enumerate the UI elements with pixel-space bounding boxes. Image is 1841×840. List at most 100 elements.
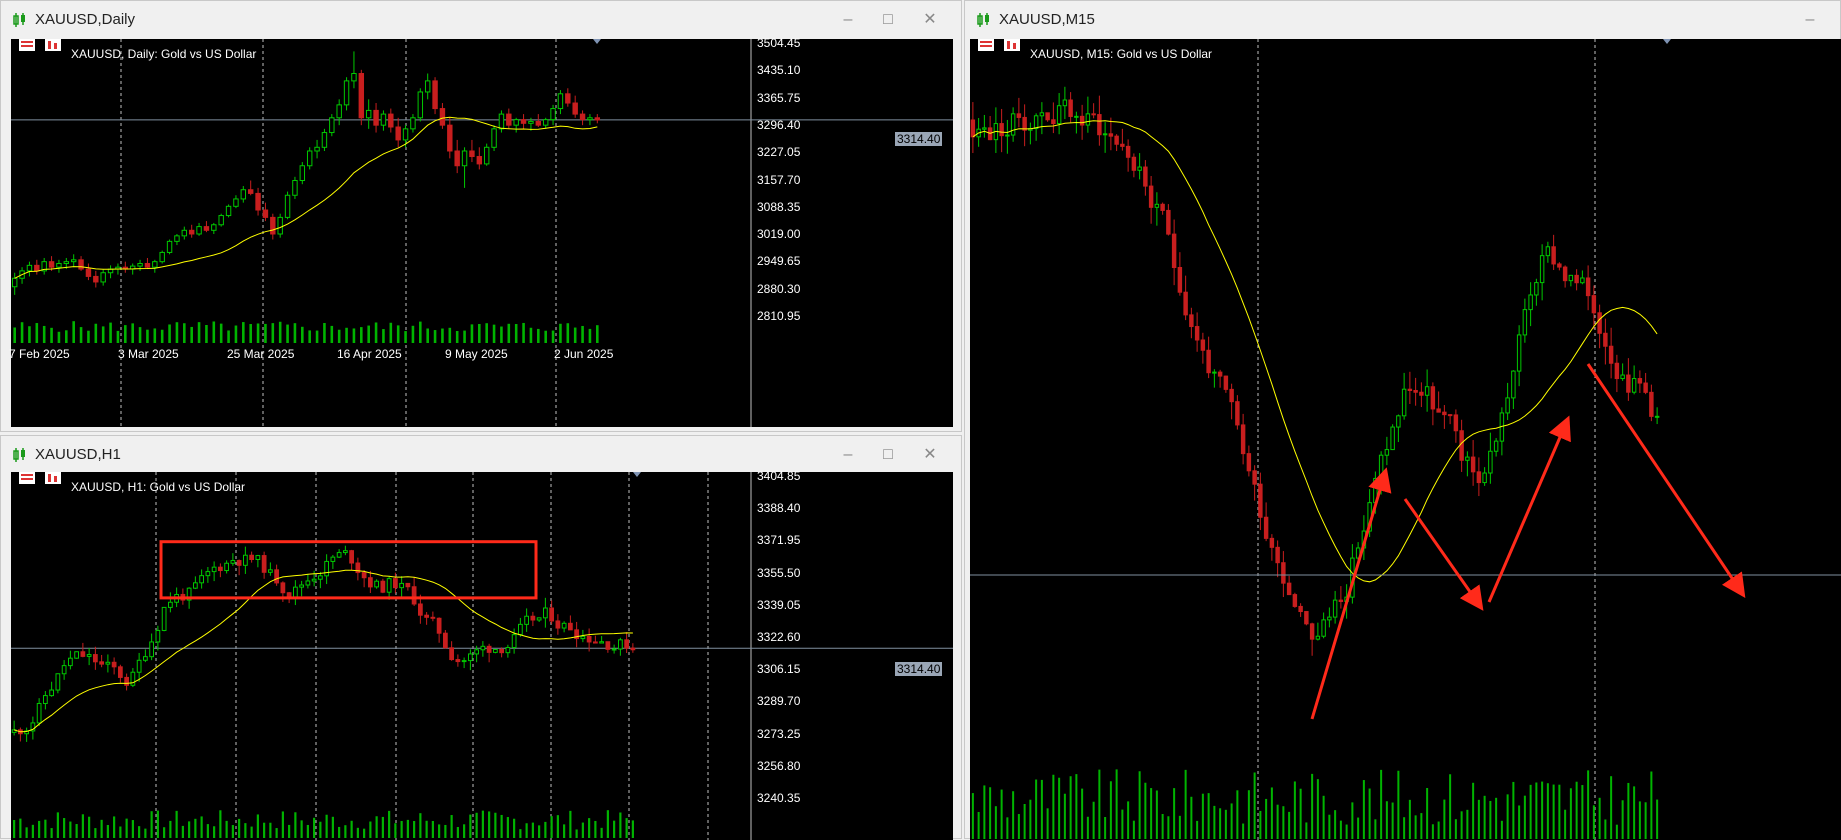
price-tick-label: 3365.75 xyxy=(757,90,801,105)
price-tick-label: 3404.85 xyxy=(757,469,801,483)
candle xyxy=(85,268,92,277)
h1-current-price: 3314.40 xyxy=(895,662,943,676)
candle xyxy=(1407,388,1413,392)
candle xyxy=(181,229,188,237)
candle xyxy=(468,653,473,662)
candle xyxy=(1626,374,1631,393)
candle xyxy=(1338,599,1344,603)
candle xyxy=(1056,105,1062,125)
candle xyxy=(1114,135,1119,145)
h1-chart[interactable]: XAUUSD, H1: Gold vs US Dollar 3404.85 338… xyxy=(11,469,953,840)
candle xyxy=(511,634,517,649)
candle xyxy=(105,661,111,665)
candle xyxy=(1120,143,1125,147)
candle xyxy=(1436,408,1441,413)
candle xyxy=(365,109,372,119)
candle xyxy=(1413,390,1418,393)
candle xyxy=(543,607,548,619)
candle xyxy=(1488,450,1493,474)
indicator-icon xyxy=(1004,39,1020,51)
candle xyxy=(1649,391,1654,417)
candle xyxy=(1194,326,1200,341)
minimize-icon[interactable]: – xyxy=(833,9,863,31)
h1-titlebar[interactable]: XAUUSD,H1 – □ ✕ xyxy=(1,436,961,472)
moving-average-line xyxy=(14,116,598,279)
candle xyxy=(424,614,429,618)
candle xyxy=(174,235,180,242)
candle xyxy=(1597,312,1602,334)
close-icon[interactable]: ✕ xyxy=(915,9,945,31)
candle xyxy=(486,645,492,653)
candle xyxy=(1614,362,1620,380)
candle xyxy=(74,651,79,659)
candle xyxy=(205,571,211,577)
maximize-icon[interactable]: □ xyxy=(873,444,903,466)
candle xyxy=(149,641,154,658)
m15-chart[interactable]: XAUUSD, M15: Gold vs US Dollar xyxy=(970,39,1841,840)
m15-titlebar[interactable]: XAUUSD,M15 – xyxy=(965,1,1840,37)
m15-title: XAUUSD,M15 xyxy=(999,11,1095,28)
candle xyxy=(1166,209,1171,235)
candle xyxy=(1246,453,1252,472)
close-icon[interactable]: ✕ xyxy=(915,444,945,466)
candle xyxy=(1321,619,1326,637)
candle xyxy=(144,263,151,268)
candle xyxy=(78,259,84,270)
candle xyxy=(292,180,298,196)
candle xyxy=(311,578,317,582)
candle xyxy=(524,615,529,625)
candle xyxy=(124,676,129,686)
candle xyxy=(99,661,104,665)
candle xyxy=(261,555,267,573)
candle xyxy=(454,150,460,167)
candle xyxy=(599,641,604,644)
candle xyxy=(1137,166,1142,171)
candle xyxy=(374,580,379,588)
price-tick-label: 3088.35 xyxy=(757,199,801,214)
candle xyxy=(218,566,223,572)
candle xyxy=(1269,537,1275,548)
candle xyxy=(358,73,365,119)
candle xyxy=(1051,119,1056,125)
candle xyxy=(530,615,536,621)
candle xyxy=(373,109,379,126)
daily-chart[interactable]: XAUUSD, Daily: Gold vs US Dollar 3504.45… xyxy=(9,36,953,427)
candle xyxy=(513,119,519,126)
candle xyxy=(1315,635,1321,640)
candle xyxy=(417,91,424,119)
price-tick-label: 3306.15 xyxy=(757,662,801,677)
candle xyxy=(268,569,273,573)
candle xyxy=(1223,375,1229,390)
price-tick-label: 3296.40 xyxy=(757,117,801,132)
price-tick-label: 2880.30 xyxy=(757,281,801,296)
candlestick-icon xyxy=(977,13,989,27)
candle xyxy=(572,102,578,115)
candle xyxy=(314,146,320,152)
minimize-icon[interactable]: – xyxy=(833,444,863,466)
candle xyxy=(1200,339,1206,351)
candle xyxy=(111,661,117,668)
candle xyxy=(1102,133,1108,136)
candle xyxy=(211,224,217,231)
candle xyxy=(449,647,454,661)
maximize-icon[interactable]: □ xyxy=(873,9,903,31)
candle xyxy=(36,702,42,724)
shift-marker xyxy=(1663,39,1671,44)
candle xyxy=(518,623,523,636)
candle xyxy=(411,586,417,605)
candle xyxy=(593,641,598,644)
candle xyxy=(55,673,61,691)
candle xyxy=(1212,371,1217,374)
candle xyxy=(236,560,242,566)
candle xyxy=(196,226,202,235)
chart-type-icon xyxy=(978,39,994,51)
candle xyxy=(399,582,404,589)
candle xyxy=(461,150,468,167)
candle xyxy=(455,659,461,663)
candle xyxy=(1074,115,1079,118)
candle xyxy=(386,578,392,593)
minimize-icon[interactable]: – xyxy=(1795,9,1825,31)
candle xyxy=(1585,277,1591,297)
candle xyxy=(480,645,486,651)
daily-titlebar[interactable]: XAUUSD,Daily – □ ✕ xyxy=(1,1,961,37)
